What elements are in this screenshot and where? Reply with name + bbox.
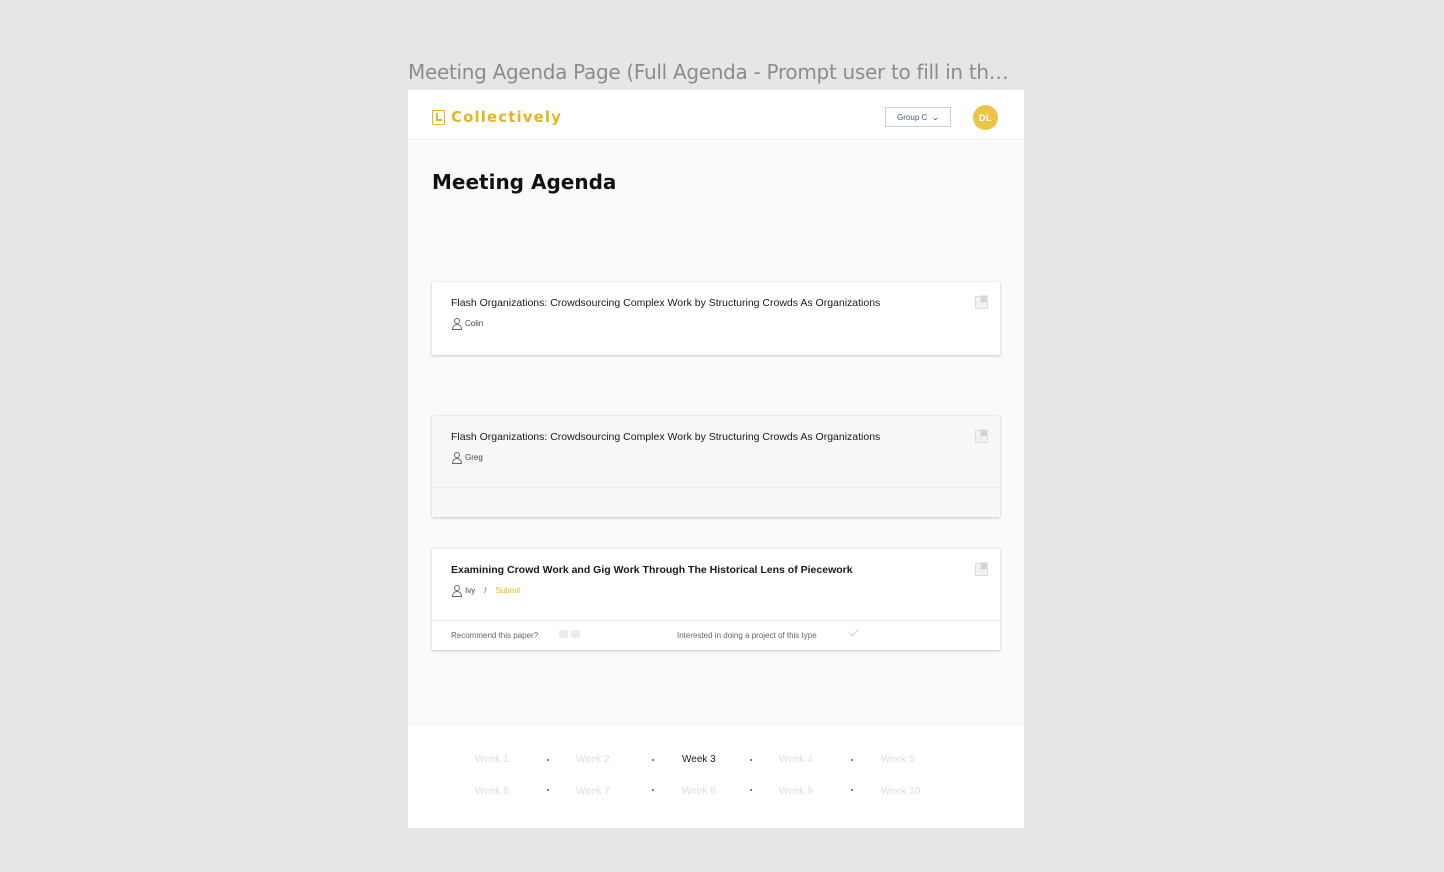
interest-label: Interested in doing a project of this ty… [677, 631, 817, 640]
week-divider-dot [851, 759, 853, 761]
week-link[interactable]: Week 4 [779, 754, 813, 765]
agenda-card[interactable]: Flash Organizations: Crowdsourcing Compl… [432, 416, 1000, 517]
card-footer: Recommend this paper? Interested in doin… [432, 620, 1000, 650]
page-title: Meeting Agenda [432, 170, 617, 194]
presenter-info: Colin [451, 318, 484, 330]
week-divider-dot [652, 759, 654, 761]
pdf-icon[interactable] [975, 295, 988, 309]
chevron-down-icon: ⌄ [931, 112, 940, 122]
group-select-dropdown[interactable]: Group C ⌄ [885, 107, 951, 127]
person-icon [451, 318, 462, 330]
artboard-title: Meeting Agenda Page (Full Agenda - Promp… [408, 60, 1009, 84]
week-link[interactable]: Week 2 [576, 754, 610, 765]
top-navigation-bar: Collectively Group C ⌄ DL [408, 90, 1024, 140]
paper-title[interactable]: Examining Crowd Work and Gig Work Throug… [451, 564, 853, 576]
card-footer-empty [432, 487, 1000, 517]
week-link[interactable]: Week 7 [576, 786, 610, 797]
paper-title[interactable]: Flash Organizations: Crowdsourcing Compl… [451, 431, 880, 443]
week-divider-dot [750, 759, 752, 761]
thumbs-up-icon[interactable] [571, 630, 580, 638]
week-divider-dot [547, 789, 549, 791]
week-link[interactable]: Week 8 [682, 786, 716, 797]
presenter-name: Colin [465, 318, 484, 328]
agenda-card[interactable]: Examining Crowd Work and Gig Work Throug… [432, 549, 1000, 650]
submit-link[interactable]: Submit [495, 586, 520, 595]
recommend-thumbs [559, 630, 580, 638]
week-navigation: Week 1 Week 2 Week 3 Week 4 Week 5 Week … [408, 726, 1024, 828]
person-icon [451, 585, 462, 597]
thumbs-down-icon[interactable] [559, 630, 568, 638]
group-select-value: Group C [897, 112, 928, 122]
app-screen: Collectively Group C ⌄ DL Meeting Agenda… [408, 90, 1024, 828]
presenter-info: Greg [451, 452, 483, 464]
presenter-name: Ivy [465, 585, 476, 595]
week-divider-dot [851, 789, 853, 791]
week-link[interactable]: Week 5 [881, 754, 915, 765]
week-link-active[interactable]: Week 3 [682, 754, 716, 765]
agenda-card[interactable]: Flash Organizations: Crowdsourcing Compl… [432, 282, 1000, 355]
week-divider-dot [652, 789, 654, 791]
week-link[interactable]: Week 9 [779, 786, 813, 797]
brand-name: Collectively [451, 108, 563, 126]
pdf-icon[interactable] [975, 562, 988, 576]
user-avatar[interactable]: DL [973, 105, 998, 130]
recommend-label: Recommend this paper? [451, 631, 539, 640]
week-link[interactable]: Week 10 [881, 786, 920, 797]
week-divider-dot [547, 759, 549, 761]
person-icon [451, 452, 462, 464]
logo-icon [432, 109, 445, 125]
check-icon[interactable] [848, 626, 859, 637]
meta-separator: / [484, 585, 487, 595]
pdf-icon[interactable] [975, 429, 988, 443]
presenter-name: Greg [465, 452, 483, 462]
brand-logo[interactable]: Collectively [432, 108, 562, 126]
week-link[interactable]: Week 6 [475, 786, 509, 797]
presenter-info: Ivy / Submit [451, 585, 520, 597]
paper-title[interactable]: Flash Organizations: Crowdsourcing Compl… [451, 297, 880, 309]
week-divider-dot [750, 789, 752, 791]
week-link[interactable]: Week 1 [475, 754, 509, 765]
